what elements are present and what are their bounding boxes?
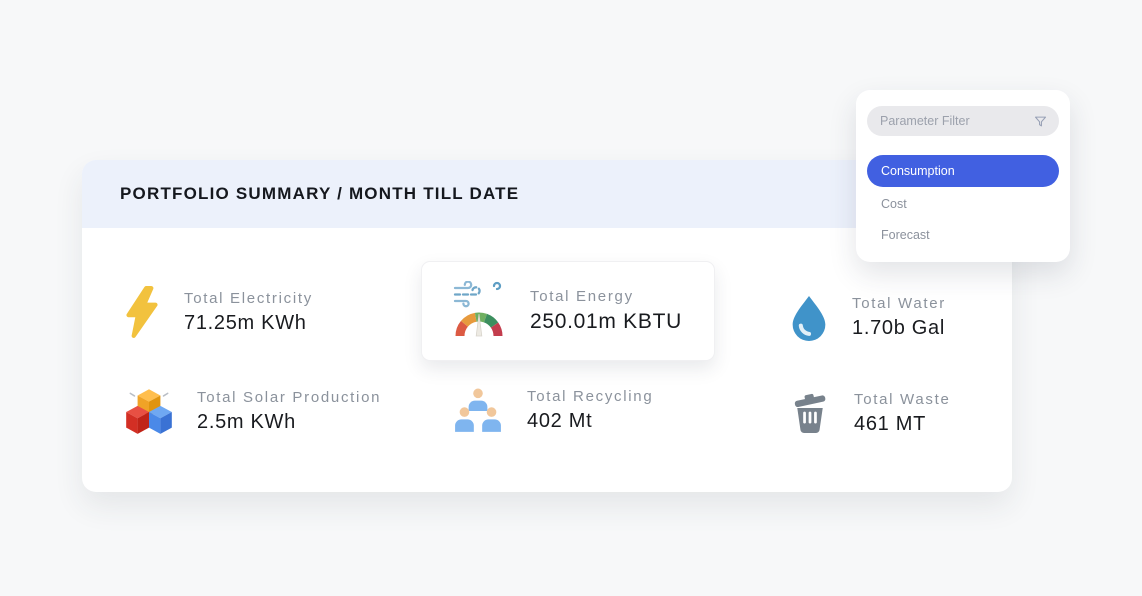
funnel-icon[interactable] xyxy=(1033,114,1048,129)
metric-value: 71.25m KWh xyxy=(184,311,307,334)
lightning-bolt-icon xyxy=(124,285,160,339)
metric-tile-solar[interactable]: Total Solar Production 2.5m KWh xyxy=(121,386,381,436)
cubes-icon xyxy=(121,386,177,436)
metric-value: 402 Mt xyxy=(527,409,593,432)
people-icon xyxy=(453,386,503,434)
trash-icon xyxy=(790,390,830,437)
metric-label: Total Waste xyxy=(854,391,951,408)
water-drop-icon xyxy=(788,294,830,341)
metric-tile-waste[interactable]: Total Waste 461 MT xyxy=(790,390,951,437)
air-quality-gauge-icon xyxy=(450,281,508,341)
metric-tile-electricity[interactable]: Total Electricity 71.25m KWh xyxy=(124,285,313,339)
page-title: PORTFOLIO SUMMARY / MONTH TILL DATE xyxy=(120,184,520,203)
filter-option-cost[interactable]: Cost xyxy=(867,189,1059,219)
filter-option-consumption[interactable]: Consumption xyxy=(867,155,1059,187)
filter-options-list: Consumption Cost Forecast xyxy=(867,155,1059,250)
metric-label: Total Water xyxy=(852,295,947,312)
metric-value: 461 MT xyxy=(854,413,927,435)
parameter-filter-panel: Consumption Cost Forecast xyxy=(856,90,1070,262)
metric-label: Total Electricity xyxy=(184,289,313,307)
metrics-grid: Total Electricity 71.25m KWh Total Energ… xyxy=(82,228,1012,492)
metric-label: Total Energy xyxy=(530,288,634,305)
metric-label: Total Recycling xyxy=(527,387,654,405)
metric-tile-recycling[interactable]: Total Recycling 402 Mt xyxy=(453,386,653,434)
metric-tile-energy[interactable]: Total Energy 250.01m KBTU xyxy=(421,261,715,361)
metric-value: 1.70b Gal xyxy=(852,317,946,339)
metric-value: 2.5m KWh xyxy=(197,410,296,433)
metric-label: Total Solar Production xyxy=(197,388,382,406)
metric-tile-water[interactable]: Total Water 1.70b Gal xyxy=(788,294,946,341)
parameter-filter-input-pill[interactable] xyxy=(867,106,1059,136)
filter-option-forecast[interactable]: Forecast xyxy=(867,220,1059,250)
parameter-filter-input[interactable] xyxy=(880,114,1020,128)
metric-value: 250.01m KBTU xyxy=(530,310,682,333)
